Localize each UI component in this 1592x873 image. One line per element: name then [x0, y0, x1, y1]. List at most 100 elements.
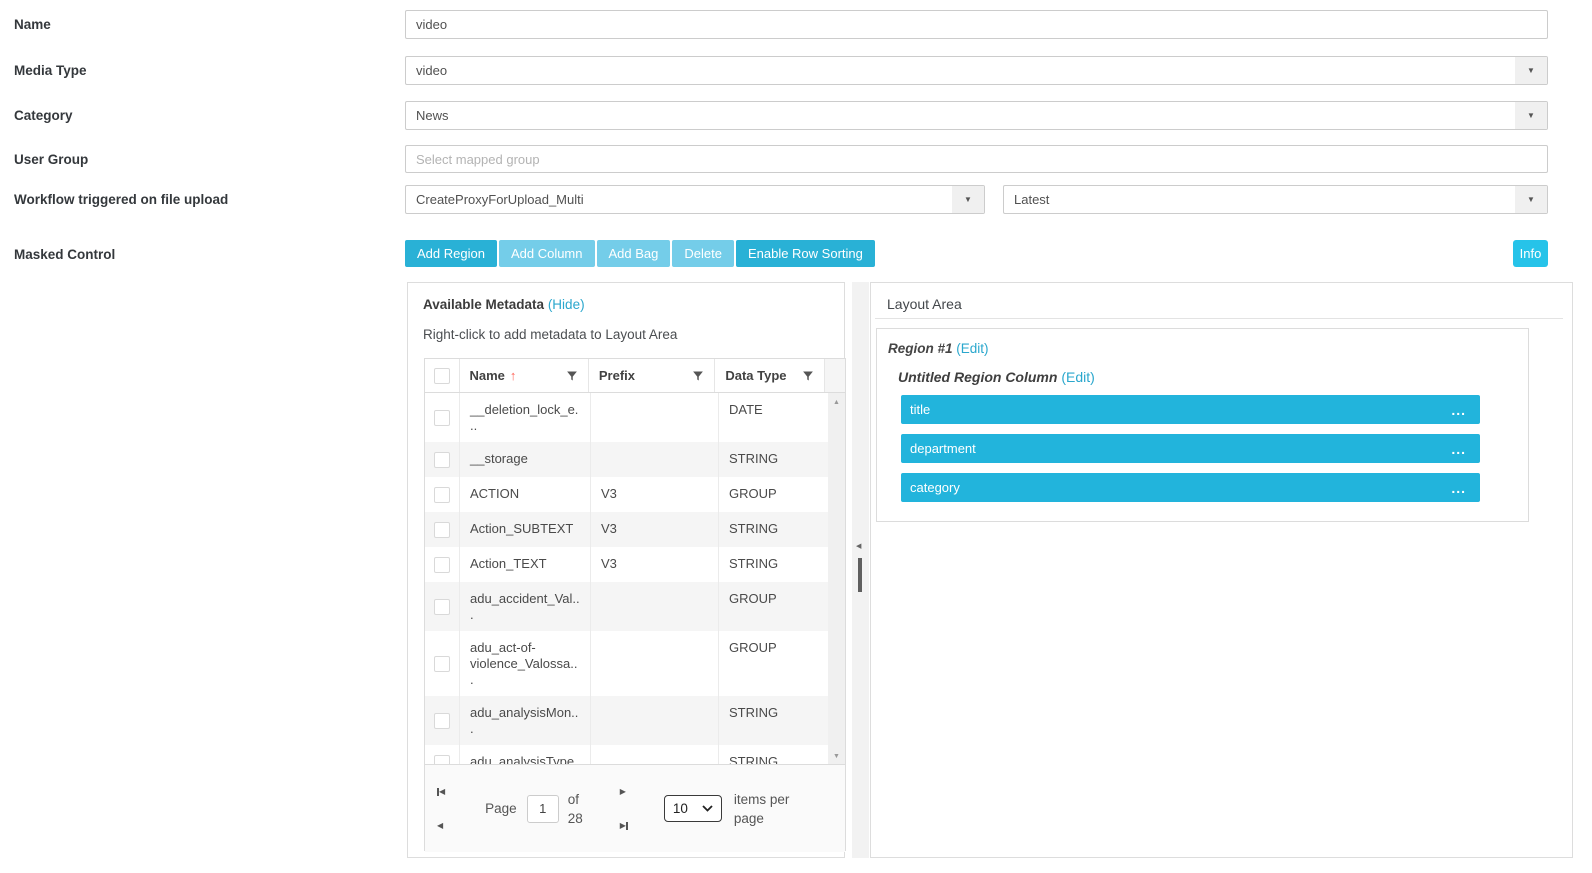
- table-scrollbar[interactable]: ▲ ▼: [828, 393, 845, 764]
- enable-row-sorting-button[interactable]: Enable Row Sorting: [736, 240, 875, 267]
- metadata-type-cell: STRING: [719, 696, 830, 745]
- panel-splitter[interactable]: ◀: [852, 282, 869, 858]
- name-input[interactable]: [405, 10, 1548, 39]
- media-type-label: Media Type: [14, 63, 87, 78]
- category-label: Category: [14, 108, 73, 123]
- table-row[interactable]: adu_analysisType STRING: [425, 745, 845, 764]
- filter-icon[interactable]: [566, 370, 578, 382]
- layout-item[interactable]: department ...: [901, 434, 1480, 463]
- scroll-down-icon[interactable]: ▼: [828, 753, 845, 760]
- data-type-column-header[interactable]: Data Type: [715, 359, 825, 392]
- collapse-left-icon[interactable]: ◀: [856, 542, 861, 550]
- layout-item[interactable]: title ...: [901, 395, 1480, 424]
- row-checkbox[interactable]: [434, 656, 450, 672]
- splitter-drag-handle[interactable]: [858, 558, 862, 592]
- table-pager: ◀ ◀ Page of 28 ▶ ▶ 10 items per page: [425, 764, 845, 852]
- user-group-input[interactable]: [405, 145, 1548, 173]
- category-dropdown[interactable]: News ▼: [405, 101, 1548, 130]
- name-column-header[interactable]: Name↑: [460, 359, 589, 392]
- name-label: Name: [14, 17, 51, 32]
- row-checkbox[interactable]: [434, 755, 450, 765]
- metadata-prefix-cell: [591, 745, 719, 764]
- row-checkbox[interactable]: [434, 410, 450, 426]
- metadata-hint: Right-click to add metadata to Layout Ar…: [423, 327, 677, 342]
- metadata-type-cell: STRING: [719, 745, 830, 764]
- region-edit-link[interactable]: (Edit): [956, 341, 988, 356]
- metadata-type-cell: STRING: [719, 512, 830, 547]
- masked-control-label: Masked Control: [14, 247, 115, 262]
- divider: [875, 318, 1563, 319]
- row-checkbox[interactable]: [434, 599, 450, 615]
- metadata-name-cell: adu_analysisMon...: [460, 696, 591, 745]
- add-column-button[interactable]: Add Column: [499, 240, 595, 267]
- workflow-version-dropdown[interactable]: Latest ▼: [1003, 185, 1548, 214]
- row-checkbox[interactable]: [434, 557, 450, 573]
- header-spacer: [825, 359, 845, 392]
- metadata-name-cell: Action_TEXT: [460, 547, 591, 582]
- item-menu-ellipsis[interactable]: ...: [1451, 483, 1480, 493]
- column-edit-link[interactable]: (Edit): [1061, 369, 1094, 385]
- sort-ascending-icon: ↑: [510, 368, 517, 383]
- metadata-type-cell: STRING: [719, 442, 830, 477]
- workflow-label: Workflow triggered on file upload: [14, 192, 228, 207]
- delete-button[interactable]: Delete: [672, 240, 734, 267]
- metadata-type-cell: GROUP: [719, 631, 830, 696]
- add-bag-button[interactable]: Add Bag: [597, 240, 671, 267]
- table-row[interactable]: adu_act-of-violence_Valossa... GROUP: [425, 631, 845, 696]
- chevron-down-icon[interactable]: ▼: [1515, 102, 1547, 129]
- item-menu-ellipsis[interactable]: ...: [1451, 444, 1480, 454]
- page-size-select[interactable]: 10: [664, 795, 722, 822]
- metadata-name-cell: adu_act-of-violence_Valossa...: [460, 631, 591, 696]
- chevron-down-icon[interactable]: ▼: [1515, 186, 1547, 213]
- row-checkbox[interactable]: [434, 713, 450, 729]
- pager-page-input[interactable]: [527, 795, 559, 823]
- filter-icon[interactable]: [692, 370, 704, 382]
- metadata-name-cell: adu_accident_Val...: [460, 582, 591, 631]
- table-row[interactable]: adu_analysisMon... STRING: [425, 696, 845, 745]
- workflow-dropdown[interactable]: CreateProxyForUpload_Multi ▼: [405, 185, 985, 214]
- filter-icon[interactable]: [802, 370, 814, 382]
- layout-item-label: department: [901, 441, 976, 456]
- pager-prev-button[interactable]: ◀: [437, 820, 445, 832]
- prefix-column-header[interactable]: Prefix: [589, 359, 715, 392]
- region-column-header: Untitled Region Column (Edit): [898, 369, 1528, 385]
- pager-first-button[interactable]: ◀: [437, 786, 445, 798]
- table-row[interactable]: __deletion_lock_e... DATE: [425, 393, 845, 442]
- available-metadata-panel: Available Metadata (Hide) Right-click to…: [407, 282, 845, 858]
- table-row[interactable]: __storage STRING: [425, 442, 845, 477]
- hide-link[interactable]: (Hide): [548, 297, 585, 312]
- layout-item-label: title: [901, 402, 930, 417]
- metadata-name-cell: Action_SUBTEXT: [460, 512, 591, 547]
- chevron-down-icon[interactable]: ▼: [1515, 57, 1547, 84]
- metadata-name-cell: adu_analysisType: [460, 745, 591, 764]
- layout-item[interactable]: category ...: [901, 473, 1480, 502]
- scroll-up-icon[interactable]: ▲: [828, 399, 845, 406]
- media-type-dropdown[interactable]: video ▼: [405, 56, 1548, 85]
- info-button[interactable]: Info: [1513, 240, 1548, 267]
- row-checkbox[interactable]: [434, 487, 450, 503]
- row-checkbox[interactable]: [434, 452, 450, 468]
- metadata-table: Name↑ Prefix Data Type: [424, 358, 846, 851]
- metadata-name-cell: __deletion_lock_e...: [460, 393, 591, 442]
- row-checkbox[interactable]: [434, 522, 450, 538]
- item-menu-ellipsis[interactable]: ...: [1451, 405, 1480, 415]
- table-row[interactable]: ACTION V3 GROUP: [425, 477, 845, 512]
- chevron-down-icon[interactable]: ▼: [952, 186, 984, 213]
- table-row[interactable]: Action_TEXT V3 STRING: [425, 547, 845, 582]
- metadata-prefix-cell: [591, 631, 719, 696]
- metadata-type-cell: GROUP: [719, 582, 830, 631]
- pager-next-button[interactable]: ▶: [620, 786, 628, 798]
- page-count: of 28: [568, 790, 594, 828]
- metadata-prefix-cell: V3: [591, 477, 719, 512]
- add-region-button[interactable]: Add Region: [405, 240, 497, 267]
- region-container: Region #1 (Edit) Untitled Region Column …: [876, 328, 1529, 522]
- table-row[interactable]: Action_SUBTEXT V3 STRING: [425, 512, 845, 547]
- select-all-checkbox[interactable]: [434, 368, 450, 384]
- pager-last-button[interactable]: ▶: [620, 820, 628, 832]
- chevron-down-icon: [702, 805, 713, 812]
- metadata-prefix-cell: V3: [591, 547, 719, 582]
- select-all-cell: [425, 359, 460, 392]
- table-row[interactable]: adu_accident_Val... GROUP: [425, 582, 845, 631]
- metadata-prefix-cell: [591, 442, 719, 477]
- metadata-prefix-cell: [591, 393, 719, 442]
